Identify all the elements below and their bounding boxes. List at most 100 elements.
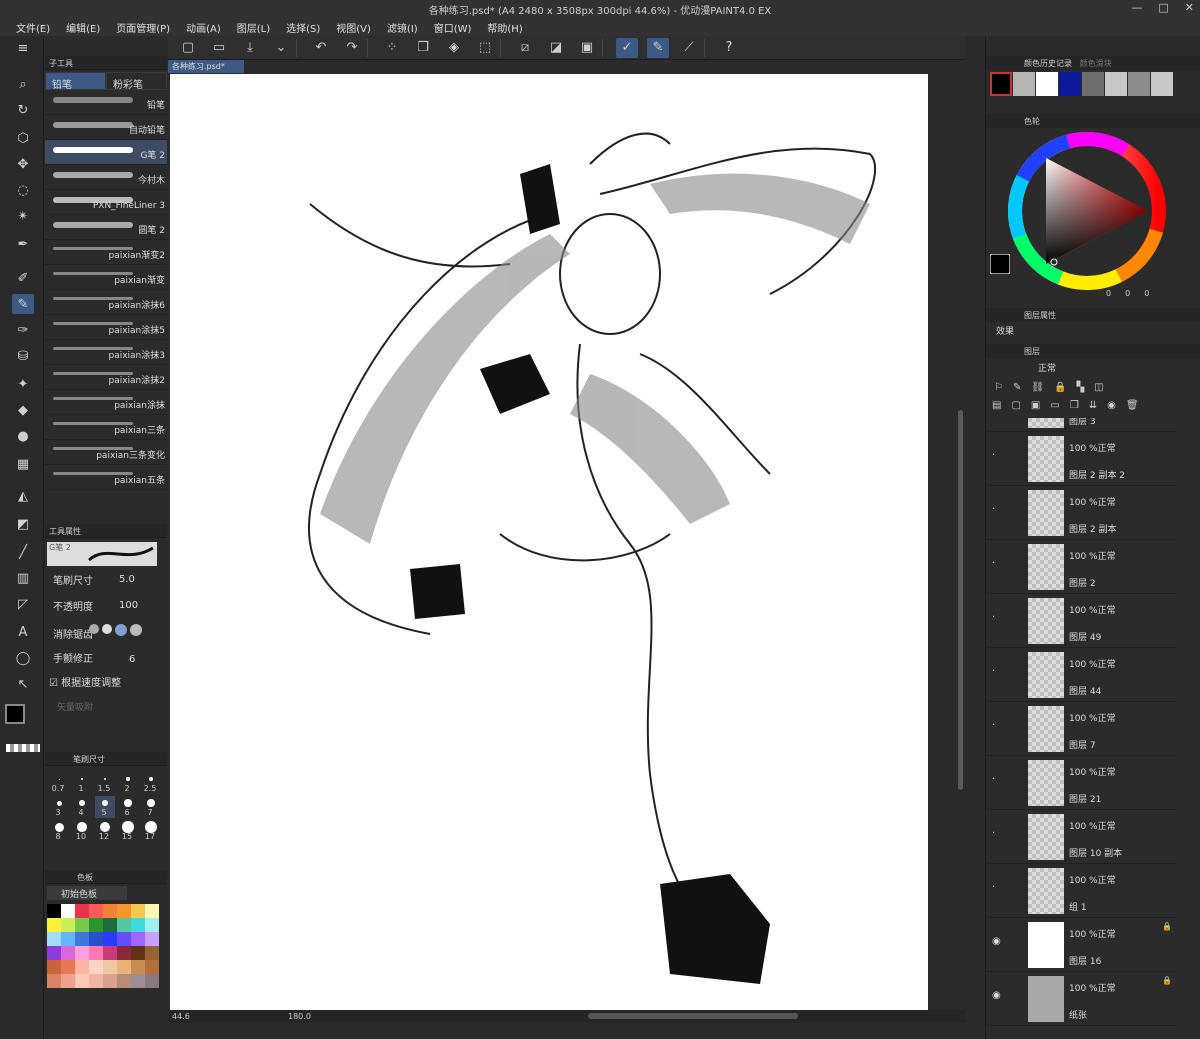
palette-swatch[interactable]	[47, 946, 61, 960]
brush-item[interactable]: paixian渐变2	[45, 240, 167, 265]
eye-icon[interactable]: ·	[992, 558, 995, 569]
dropdown-icon[interactable]: ⌄	[270, 38, 292, 58]
palette-swatch[interactable]	[131, 932, 145, 946]
lasso-icon[interactable]: ◌	[12, 180, 34, 200]
gradient-icon[interactable]: ◩	[12, 514, 34, 534]
new-raster-icon[interactable]: ▢	[1011, 400, 1020, 414]
antialias-options[interactable]	[89, 624, 155, 638]
menu-view[interactable]: 视图(V)	[328, 18, 379, 36]
palette-swatch[interactable]	[61, 974, 75, 988]
color-set-select[interactable]: 初始色板	[47, 886, 127, 900]
mask-icon[interactable]: ◫	[1094, 382, 1103, 396]
minimize-button[interactable]: —	[1131, 1, 1142, 14]
lock-icon[interactable]: 🔒	[1162, 922, 1172, 931]
palette-swatch[interactable]	[145, 904, 159, 918]
palette-swatch[interactable]	[61, 946, 75, 960]
snap-grid-icon[interactable]: ⟋	[678, 38, 700, 58]
brush-item[interactable]: paixian渐变	[45, 265, 167, 290]
palette-swatch[interactable]	[131, 974, 145, 988]
wheel-main-color[interactable]	[990, 254, 1010, 274]
brush-size-option[interactable]: 7	[141, 796, 161, 818]
brush-size-option[interactable]: 2	[118, 772, 138, 794]
brush-size-option[interactable]: 3	[49, 796, 69, 818]
open-folder-icon[interactable]: ▭	[208, 38, 230, 58]
eye-icon[interactable]: ·	[992, 666, 995, 677]
decoration-icon[interactable]: ✦	[12, 374, 34, 394]
copy-layer-icon[interactable]: ❐	[1070, 400, 1079, 414]
eye-icon[interactable]: ◉	[992, 990, 1001, 1001]
brush-item[interactable]: 铅笔	[45, 90, 167, 115]
brush-item[interactable]: paixian涂抹3	[45, 340, 167, 365]
palette-swatch[interactable]	[117, 974, 131, 988]
tool-menu-icon[interactable]: ≡	[12, 38, 34, 58]
deselect-icon[interactable]: ⧄	[514, 38, 536, 58]
redo-icon[interactable]: ↷	[341, 38, 363, 58]
blend-mode-select[interactable]: 正常	[1038, 361, 1056, 374]
history-swatch[interactable]	[1105, 72, 1127, 96]
brush-item[interactable]: paixian三条变化	[45, 440, 167, 465]
airbrush-icon[interactable]: ⛁	[12, 346, 34, 366]
horizontal-scrollbar[interactable]	[588, 1013, 798, 1019]
frame-icon[interactable]: ▥	[12, 568, 34, 588]
palette-swatch[interactable]	[75, 904, 89, 918]
vertical-scrollbar[interactable]	[958, 410, 963, 790]
menu-page[interactable]: 页面管理(P)	[108, 18, 178, 36]
palette-swatch[interactable]	[47, 932, 61, 946]
tab-pencil[interactable]: 铅笔	[45, 72, 106, 91]
brush-size-option[interactable]: 17	[141, 820, 161, 842]
eye-icon[interactable]: ·	[992, 612, 995, 623]
brush-size-option[interactable]: 10	[72, 820, 92, 842]
brush-item[interactable]: paixian三条	[45, 415, 167, 440]
pencil-icon[interactable]: ✎	[12, 294, 34, 314]
speed-checkbox[interactable]: ☑ 根据速度调整	[49, 674, 121, 689]
menu-help[interactable]: 帮助(H)	[479, 18, 530, 36]
palette-swatch[interactable]	[75, 932, 89, 946]
blend-icon[interactable]: ●	[12, 426, 34, 446]
palette-swatch[interactable]	[131, 918, 145, 932]
palette-swatch[interactable]	[117, 960, 131, 974]
layer-row[interactable]: · 100 %正常 图层 10 副本	[986, 810, 1176, 864]
line-icon[interactable]: ╱	[12, 542, 34, 562]
palette-swatch[interactable]	[117, 932, 131, 946]
brush-item[interactable]: 今村木	[45, 165, 167, 190]
brush-item[interactable]: PXN_FineLiner 3	[45, 190, 167, 215]
eye-icon[interactable]: ·	[992, 828, 995, 839]
palette-swatch[interactable]	[103, 918, 117, 932]
zoom-icon[interactable]: ⌕	[12, 74, 34, 94]
sub-color-swatch[interactable]	[22, 720, 42, 740]
fill-bucket-icon[interactable]: ◭	[12, 486, 34, 506]
palette-swatch[interactable]	[89, 918, 103, 932]
document-tab[interactable]: 各种练习.psd*	[168, 60, 244, 73]
eye-icon[interactable]: ◉	[992, 936, 1001, 947]
menu-window[interactable]: 窗口(W)	[426, 18, 480, 36]
palette-swatch[interactable]	[145, 918, 159, 932]
brush-item[interactable]: paixian涂抹	[45, 390, 167, 415]
transparent-color-swatch[interactable]	[6, 744, 40, 752]
brush-size-option[interactable]: 0.7	[49, 772, 69, 794]
palette-swatch[interactable]	[145, 932, 159, 946]
correct-line-icon[interactable]: ↖	[12, 674, 34, 694]
palette-swatch[interactable]	[117, 946, 131, 960]
clip-icon[interactable]: ⛓	[1031, 382, 1044, 396]
palette-swatch[interactable]	[103, 946, 117, 960]
palette-swatch[interactable]	[145, 974, 159, 988]
maximize-button[interactable]: □	[1158, 1, 1168, 14]
history-swatch[interactable]	[990, 72, 1012, 96]
palette-swatch[interactable]	[61, 918, 75, 932]
brush-item[interactable]: paixian五条	[45, 465, 167, 490]
layer-row[interactable]: · 100 %正常组 1	[986, 864, 1176, 918]
brush-size-option[interactable]: 12	[95, 820, 115, 842]
eye-icon[interactable]: ·	[992, 504, 995, 515]
tab-pastel[interactable]: 粉彩笔	[106, 72, 167, 91]
brush-size-option[interactable]: 5	[95, 796, 115, 818]
palette-swatch[interactable]	[103, 932, 117, 946]
lock-icon[interactable]: 🔒	[1054, 382, 1066, 396]
palette-swatch[interactable]	[61, 960, 75, 974]
brush-size-option[interactable]: 2.5	[141, 772, 161, 794]
brush-item[interactable]: G笔 2	[45, 140, 167, 165]
select-border-icon[interactable]: ▣	[576, 38, 598, 58]
close-button[interactable]: ✕	[1185, 1, 1194, 14]
fill-icon[interactable]: ◈	[443, 38, 465, 58]
ref-layer-icon[interactable]: ⚐	[994, 382, 1003, 396]
menu-select[interactable]: 选择(S)	[278, 18, 328, 36]
